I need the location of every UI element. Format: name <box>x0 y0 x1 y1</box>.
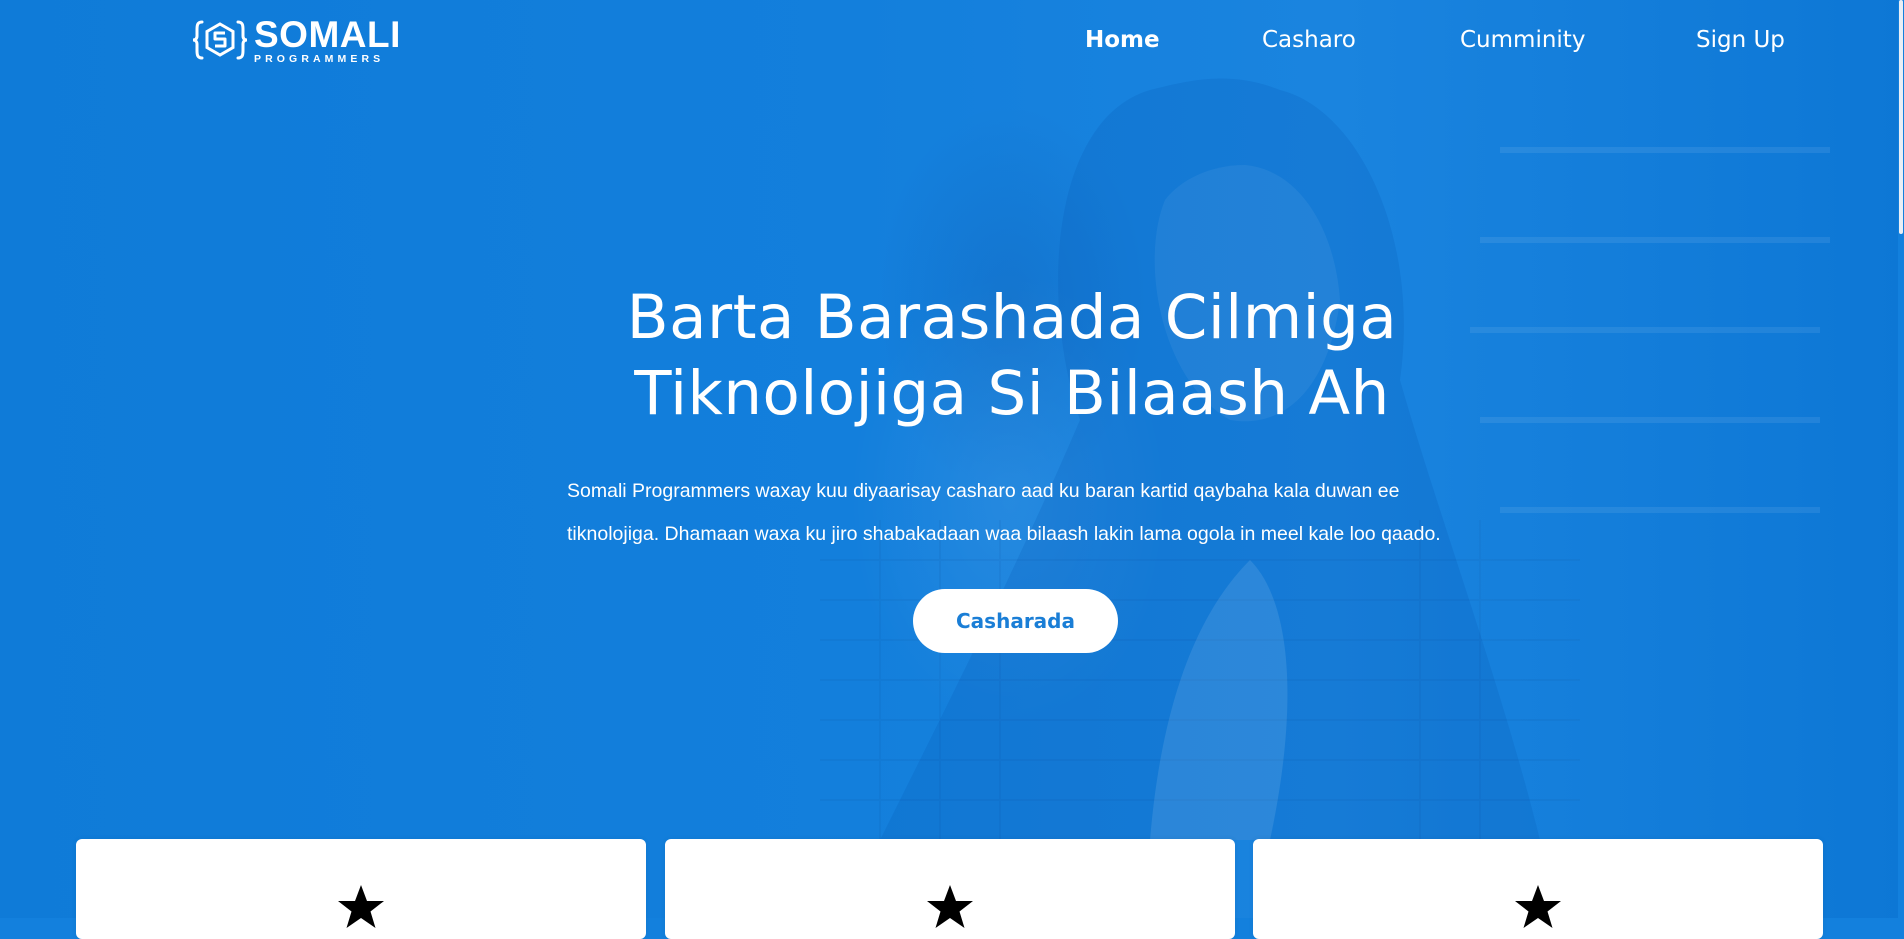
hero-background-photo <box>820 78 1830 840</box>
scrollbar[interactable] <box>1898 0 1904 918</box>
nav-link-casharo[interactable]: Casharo <box>1262 27 1356 53</box>
star-icon <box>1515 885 1561 928</box>
hero-description: Somali Programmers waxay kuu diyaarisay … <box>567 470 1467 556</box>
hero-title-line-1: Barta Barashada Cilmiga <box>626 282 1398 353</box>
hero-description-line-1: Somali Programmers waxay kuu diyaarisay … <box>567 480 1400 502</box>
star-icon <box>927 885 973 928</box>
feature-card-3[interactable] <box>1253 839 1823 939</box>
star-icon <box>338 885 384 928</box>
feature-card-2[interactable] <box>665 839 1235 939</box>
feature-card-1[interactable] <box>76 839 646 939</box>
casharada-button[interactable]: Casharada <box>913 589 1118 653</box>
nav-link-sign-up[interactable]: Sign Up <box>1696 27 1785 53</box>
nav-links: Home Casharo Cumminity Sign Up <box>0 27 1904 57</box>
nav-link-home[interactable]: Home <box>1085 27 1160 53</box>
hero-title: Barta Barashada Cilmiga Tiknolojiga Si B… <box>552 280 1472 432</box>
hero-description-line-2: tiknolojiga. Dhamaan waxa ku jiro shabak… <box>567 523 1441 545</box>
navbar: SOMALI PROGRAMMERS Home Casharo Cumminit… <box>0 0 1904 84</box>
hero-title-line-2: Tiknolojiga Si Bilaash Ah <box>634 358 1390 429</box>
nav-link-community[interactable]: Cumminity <box>1460 27 1585 53</box>
